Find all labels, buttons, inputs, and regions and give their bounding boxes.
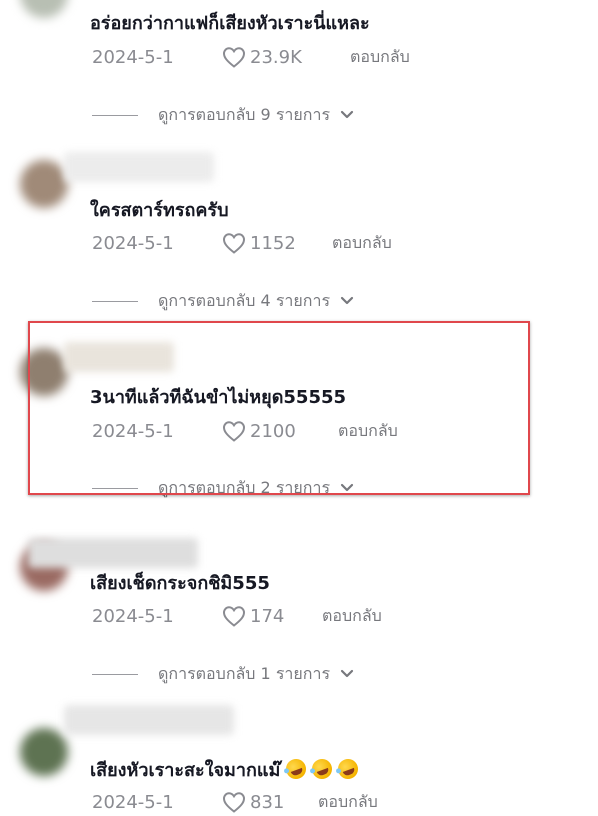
reply-button[interactable]: ตอบกลับ	[318, 790, 378, 815]
view-replies-button[interactable]: ดูการตอบกลับ 2 รายการ	[92, 477, 354, 499]
heart-outline-icon	[222, 233, 246, 254]
rolling-on-floor-laughing-emoji-icon	[335, 756, 362, 782]
comment-date: 2024-5-1	[92, 46, 174, 68]
comment-text: เสียงหัวเราะสะใจมากแม๊	[90, 756, 362, 783]
comment-text: เสียงเช็ดกระจกชิมิ555	[90, 573, 270, 594]
divider-line	[92, 487, 138, 489]
avatar[interactable]	[20, 0, 68, 18]
comment-meta: 2024-5-1 174 ตอบกลับ	[92, 603, 492, 629]
view-replies-button[interactable]: ดูการตอบกลับ 4 รายการ	[92, 290, 354, 312]
reply-button[interactable]: ตอบกลับ	[322, 604, 382, 629]
comment-meta: 2024-5-1 23.9K ตอบกลับ	[92, 44, 492, 70]
comment-text: 3นาทีแล้วทีฉันขำไม่หยุด55555	[90, 387, 347, 408]
rolling-on-floor-laughing-emoji-icon	[283, 756, 310, 782]
chevron-down-icon	[340, 669, 354, 678]
comment-date: 2024-5-1	[92, 791, 174, 813]
rolling-on-floor-laughing-emoji-icon	[309, 756, 336, 782]
heart-outline-icon	[222, 421, 246, 442]
divider-line	[92, 673, 138, 675]
view-replies-button[interactable]: ดูการตอบกลับ 1 รายการ	[92, 663, 354, 685]
reply-button[interactable]: ตอบกลับ	[338, 419, 398, 444]
view-replies-button[interactable]: ดูการตอบกลับ 9 รายการ	[92, 104, 354, 126]
divider-line	[92, 300, 138, 302]
like-count: 1152	[250, 232, 296, 254]
view-replies-label: ดูการตอบกลับ 4 รายการ	[158, 290, 331, 310]
avatar[interactable]	[20, 348, 68, 396]
username-blurred	[64, 152, 214, 182]
comment-meta: 2024-5-1 2100 ตอบกลับ	[92, 418, 492, 444]
avatar[interactable]	[20, 160, 68, 208]
like-count: 23.9K	[250, 46, 302, 68]
view-replies-label: ดูการตอบกลับ 1 รายการ	[158, 663, 331, 683]
heart-outline-icon	[222, 606, 246, 627]
comment-date: 2024-5-1	[92, 605, 174, 627]
chevron-down-icon	[340, 296, 354, 305]
view-replies-label: ดูการตอบกลับ 9 รายการ	[158, 104, 331, 124]
like-button[interactable]: 174	[222, 605, 322, 627]
like-count: 831	[250, 791, 285, 813]
username-blurred	[64, 705, 234, 735]
divider-line	[92, 114, 138, 116]
avatar[interactable]	[20, 728, 68, 776]
chevron-down-icon	[340, 483, 354, 492]
chevron-down-icon	[340, 110, 354, 119]
comment-meta: 2024-5-1 1152 ตอบกลับ	[92, 230, 492, 256]
reply-button[interactable]: ตอบกลับ	[350, 45, 410, 70]
like-button[interactable]: 23.9K	[222, 46, 350, 68]
comment-date: 2024-5-1	[92, 232, 174, 254]
heart-outline-icon	[222, 792, 246, 813]
reply-button[interactable]: ตอบกลับ	[332, 231, 392, 256]
view-replies-label: ดูการตอบกลับ 2 รายการ	[158, 477, 331, 497]
like-count: 174	[250, 605, 285, 627]
like-button[interactable]: 831	[222, 791, 318, 813]
comment-date: 2024-5-1	[92, 420, 174, 442]
comment-text-body: เสียงหัวเราะสะใจมากแม๊	[90, 760, 281, 781]
like-button[interactable]: 1152	[222, 232, 332, 254]
comment-text: อร่อยกว่ากาแฟก็เสียงหัวเราะนี่แหละ	[90, 13, 370, 34]
like-button[interactable]: 2100	[222, 420, 338, 442]
like-count: 2100	[250, 420, 296, 442]
comment-text: ใครสตาร์ทรถครับ	[90, 200, 229, 221]
heart-outline-icon	[222, 47, 246, 68]
username-blurred	[64, 342, 174, 372]
comment-meta: 2024-5-1 831 ตอบกลับ	[92, 789, 492, 815]
username-blurred	[28, 538, 198, 568]
